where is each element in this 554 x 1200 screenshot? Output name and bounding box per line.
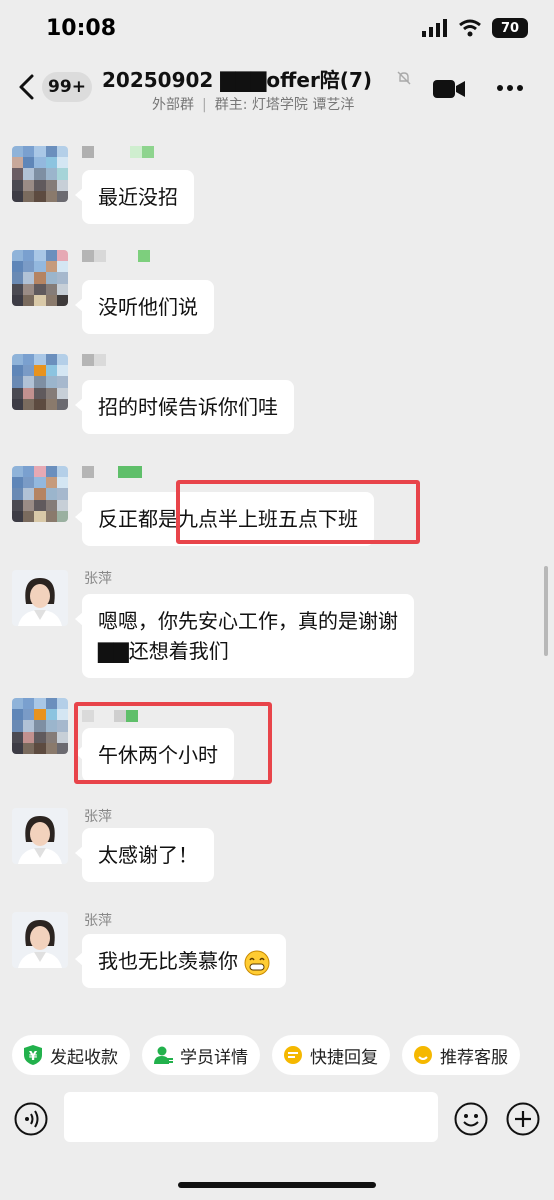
- home-indicator[interactable]: [178, 1182, 376, 1188]
- chip-label: 推荐客服: [440, 1047, 508, 1068]
- avatar[interactable]: [12, 146, 68, 202]
- svg-text:¥: ¥: [29, 1049, 38, 1063]
- avatar[interactable]: [12, 912, 68, 968]
- message-bubble[interactable]: 嗯嗯，你先安心工作，真的是谢谢 ▇▇还想着我们: [75, 594, 414, 678]
- status-icons: 70: [422, 18, 528, 38]
- sender-name-redacted: [82, 354, 106, 366]
- chat-header: 99+ 20250902 ▇▇▇offer陪(7) 外部群 | 群主: 灯塔学院 谭…: [0, 60, 554, 120]
- mute-bell-icon: [397, 71, 411, 85]
- highlight-box: [74, 702, 272, 784]
- sender-name-redacted: [82, 146, 154, 158]
- message-text: 我也无比羡慕你: [98, 949, 238, 973]
- group-owner: 群主: 灯塔学院 谭艺洋: [214, 97, 355, 113]
- message-bubble[interactable]: 太感谢了！: [75, 828, 214, 882]
- message-bubble[interactable]: 我也无比羡慕你: [74, 934, 287, 988]
- message-line: 嗯嗯，你先安心工作，真的是谢谢: [98, 609, 398, 633]
- avatar[interactable]: [12, 808, 68, 864]
- quick-action-bar: ¥ 发起收款 学员详情 快捷回复 推荐客服: [0, 1020, 554, 1090]
- avatar[interactable]: [12, 698, 68, 754]
- message-input[interactable]: [64, 1092, 438, 1142]
- group-type: 外部群: [152, 97, 194, 113]
- avatar[interactable]: [12, 570, 68, 626]
- recommend-service-button[interactable]: 推荐客服: [402, 1035, 520, 1075]
- status-bar: 10:08 70: [0, 0, 554, 60]
- wifi-icon: [459, 19, 481, 37]
- chip-label: 快捷回复: [310, 1047, 378, 1068]
- grin-emoji-icon: [244, 950, 270, 975]
- request-payment-button[interactable]: ¥ 发起收款: [12, 1035, 130, 1075]
- back-arrow-icon[interactable]: [14, 72, 40, 102]
- message-bubble[interactable]: 招的时候告诉你们哇: [75, 380, 294, 434]
- quick-reply-button[interactable]: 快捷回复: [272, 1035, 390, 1075]
- sender-name: 张萍: [84, 913, 112, 929]
- sender-name-redacted: [82, 250, 150, 262]
- scrollbar[interactable]: [544, 566, 548, 656]
- avatar[interactable]: [12, 250, 68, 306]
- group-title: 20250902 ▇▇▇offer陪(7): [102, 68, 372, 92]
- signal-icon: [422, 19, 447, 37]
- unread-badge[interactable]: 99+: [42, 72, 92, 102]
- emoji-icon[interactable]: [454, 1102, 488, 1136]
- group-subtitle: 外部群 | 群主: 灯塔学院 谭艺洋: [152, 97, 355, 113]
- message-bubble[interactable]: 没听他们说: [75, 280, 214, 334]
- voice-input-icon[interactable]: [14, 1102, 48, 1136]
- message-line: ▇▇还想着我们: [98, 639, 229, 663]
- status-time: 10:08: [46, 16, 117, 41]
- avatar[interactable]: [12, 466, 68, 522]
- chat-message-list[interactable]: 最近没招 没听他们说 招的时候告诉你们哇 反正都是九点半上班五点下班 张萍 嗯嗯…: [0, 124, 554, 1020]
- video-call-icon[interactable]: [432, 78, 466, 100]
- quick-reply-icon: [282, 1044, 304, 1066]
- sender-name: 张萍: [84, 571, 112, 587]
- more-options-icon[interactable]: [496, 78, 524, 98]
- person-icon: [152, 1044, 174, 1066]
- message-input-bar: [0, 1090, 554, 1150]
- message-bubble[interactable]: 最近没招: [75, 170, 194, 224]
- chip-label: 学员详情: [180, 1047, 248, 1068]
- yen-shield-icon: ¥: [22, 1044, 44, 1066]
- sender-name: 张萍: [84, 809, 112, 825]
- student-details-button[interactable]: 学员详情: [142, 1035, 260, 1075]
- sender-name-redacted: [82, 466, 142, 478]
- avatar[interactable]: [12, 354, 68, 410]
- battery-icon: 70: [492, 18, 528, 38]
- highlight-box: [176, 480, 420, 544]
- service-icon: [412, 1044, 434, 1066]
- plus-icon[interactable]: [506, 1102, 540, 1136]
- chip-label: 发起收款: [50, 1047, 118, 1068]
